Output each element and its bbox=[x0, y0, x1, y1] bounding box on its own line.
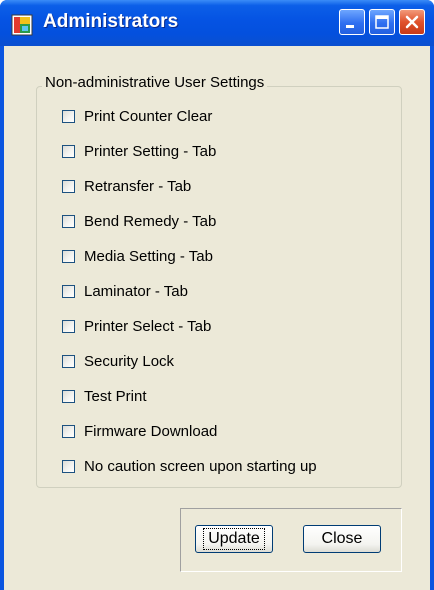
close-button[interactable]: Close bbox=[303, 525, 381, 553]
checkbox-box[interactable] bbox=[62, 389, 75, 403]
checkbox-box[interactable] bbox=[62, 249, 75, 263]
checkbox-label: Media Setting - Tab bbox=[84, 247, 213, 265]
checkbox-box[interactable] bbox=[62, 354, 75, 368]
checkbox-printer-select-tab[interactable]: Printer Select - Tab bbox=[62, 316, 211, 336]
checkbox-laminator-tab[interactable]: Laminator - Tab bbox=[62, 281, 188, 301]
checkbox-box[interactable] bbox=[62, 459, 75, 473]
checkbox-box[interactable] bbox=[62, 319, 75, 333]
close-button-label: Close bbox=[321, 530, 363, 547]
dialog-client-area: Non-administrative User Settings Print C… bbox=[4, 46, 430, 590]
close-icon bbox=[405, 15, 419, 29]
checkbox-box[interactable] bbox=[62, 214, 75, 228]
checkbox-box[interactable] bbox=[62, 284, 75, 298]
checkbox-label: Print Counter Clear bbox=[84, 107, 213, 125]
checkbox-firmware-download[interactable]: Firmware Download bbox=[62, 421, 217, 441]
app-icon bbox=[11, 14, 33, 36]
checkbox-box[interactable] bbox=[62, 109, 75, 123]
checkbox-print-counter-clear[interactable]: Print Counter Clear bbox=[62, 106, 212, 126]
checkbox-media-setting-tab[interactable]: Media Setting - Tab bbox=[62, 246, 213, 266]
checkbox-label: Printer Setting - Tab bbox=[84, 142, 217, 160]
checkbox-label: No caution screen upon starting up bbox=[84, 457, 317, 475]
checkbox-label: Firmware Download bbox=[84, 422, 218, 440]
checkbox-label: Laminator - Tab bbox=[84, 282, 188, 300]
checkbox-box[interactable] bbox=[62, 179, 75, 193]
checkbox-label: Security Lock bbox=[84, 352, 175, 370]
checkbox-test-print[interactable]: Test Print bbox=[62, 386, 147, 406]
checkbox-printer-setting-tab[interactable]: Printer Setting - Tab bbox=[62, 141, 216, 161]
maximize-icon bbox=[375, 15, 389, 29]
checkbox-box[interactable] bbox=[62, 144, 75, 158]
checkbox-retransfer-tab[interactable]: Retransfer - Tab bbox=[62, 176, 191, 196]
button-panel: Update Close bbox=[180, 508, 402, 572]
minimize-icon bbox=[346, 25, 354, 28]
title-bar[interactable]: Administrators bbox=[0, 0, 434, 46]
checkbox-label: Printer Select - Tab bbox=[84, 317, 212, 335]
administrators-window: Administrators Non-administrative User S… bbox=[0, 0, 434, 590]
checkbox-label: Test Print bbox=[84, 387, 147, 405]
groupbox-title: Non-administrative User Settings bbox=[42, 74, 268, 91]
checkbox-no-caution-screen[interactable]: No caution screen upon starting up bbox=[62, 456, 317, 476]
maximize-button[interactable] bbox=[369, 9, 395, 35]
window-title: Administrators bbox=[43, 11, 179, 32]
checkbox-label: Bend Remedy - Tab bbox=[84, 212, 217, 230]
update-button-label: Update bbox=[203, 528, 265, 550]
checkbox-box[interactable] bbox=[62, 424, 75, 438]
update-button[interactable]: Update bbox=[195, 525, 273, 553]
checkbox-bend-remedy-tab[interactable]: Bend Remedy - Tab bbox=[62, 211, 216, 231]
minimize-button[interactable] bbox=[339, 9, 365, 35]
checkbox-label: Retransfer - Tab bbox=[84, 177, 192, 195]
checkbox-security-lock[interactable]: Security Lock bbox=[62, 351, 174, 371]
close-window-button[interactable] bbox=[399, 9, 425, 35]
